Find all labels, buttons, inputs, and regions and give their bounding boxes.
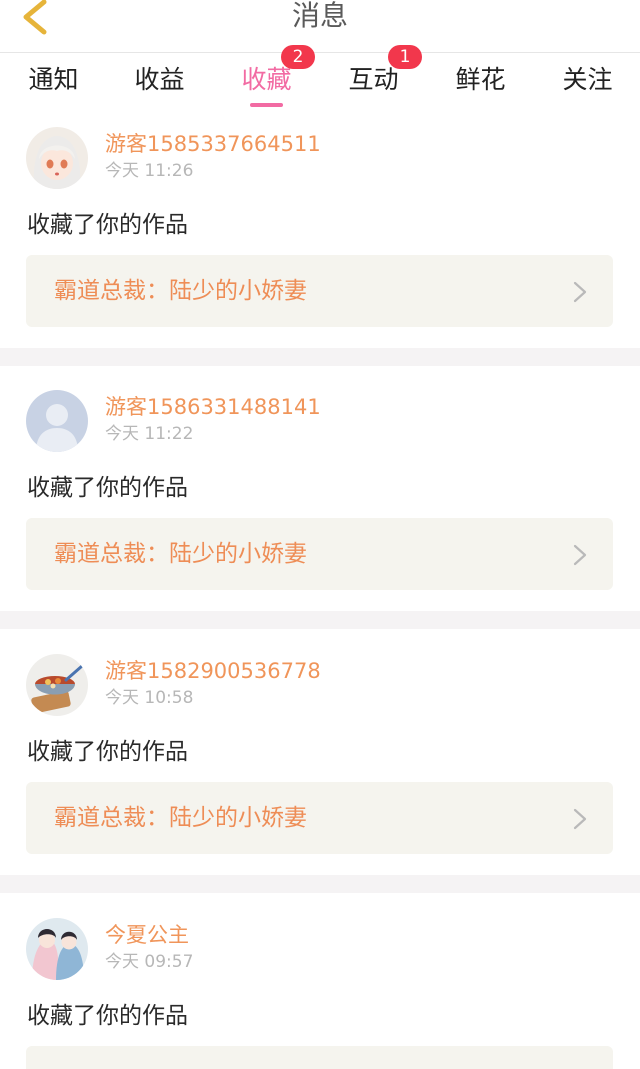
tab-earnings[interactable]: 收益 [106,53,213,109]
couple-illustration-avatar-icon [26,918,88,980]
work-link[interactable]: 霸道总裁：陆少的小娇妻 [26,782,613,854]
message-time: 今天 11:22 [105,424,194,444]
tab-bar: 通知 收益 收藏 2 互动 1 鲜花 关注 [0,45,640,109]
tab-label: 鲜花 [455,65,506,94]
unread-badge: 2 [281,45,315,69]
work-link[interactable] [26,1046,613,1069]
avatar[interactable] [26,918,88,980]
avatar[interactable] [26,654,88,716]
tab-label: 通知 [28,65,79,94]
food-bowl-avatar-icon [26,654,88,716]
work-title: 霸道总裁：陆少的小娇妻 [54,278,307,304]
tab-favorites[interactable]: 收藏 2 [213,45,320,109]
message-time: 今天 10:58 [105,688,194,708]
header-bar: 消息 [0,0,640,53]
chevron-right-icon [573,281,587,303]
message-item: 游客1586331488141 今天 11:22 收藏了你的作品 霸道总裁：陆少… [0,378,640,611]
avatar[interactable] [26,127,88,189]
divider [0,611,640,629]
tab-label: 关注 [562,65,613,94]
tab-notifications[interactable]: 通知 [0,53,107,109]
user-name[interactable]: 游客1586331488141 [105,394,321,420]
active-tab-indicator [250,103,283,107]
message-text: 收藏了你的作品 [27,1003,188,1029]
tab-label: 收益 [134,65,185,94]
message-item: 今夏公主 今天 09:57 收藏了你的作品 [0,906,640,1069]
divider [0,348,640,366]
tab-interactions[interactable]: 互动 1 [320,45,427,109]
chevron-right-icon [573,808,587,830]
chevron-right-icon [573,544,587,566]
message-item: 游客1582900536778 今天 10:58 收藏了你的作品 霸道总裁：陆少… [0,642,640,875]
message-item: 游客1585337664511 今天 11:26 收藏了你的作品 霸道总裁：陆少… [0,115,640,348]
work-title: 霸道总裁：陆少的小娇妻 [54,541,307,567]
message-text: 收藏了你的作品 [27,475,188,501]
work-link[interactable]: 霸道总裁：陆少的小娇妻 [26,518,613,590]
tab-flowers[interactable]: 鲜花 [427,53,534,109]
user-name[interactable]: 游客1582900536778 [105,658,321,684]
divider [0,875,640,893]
unread-badge: 1 [388,45,422,69]
message-text: 收藏了你的作品 [27,212,188,238]
default-user-avatar-icon [26,390,88,452]
user-name[interactable]: 今夏公主 [105,922,189,948]
avatar[interactable] [26,390,88,452]
tab-follows[interactable]: 关注 [534,53,640,109]
work-link[interactable]: 霸道总裁：陆少的小娇妻 [26,255,613,327]
work-title: 霸道总裁：陆少的小娇妻 [54,805,307,831]
user-name[interactable]: 游客1585337664511 [105,131,321,157]
page-title: 消息 [291,0,348,32]
anime-girl-avatar-icon [26,127,88,189]
message-time: 今天 11:26 [105,161,194,181]
message-time: 今天 09:57 [105,952,194,972]
message-text: 收藏了你的作品 [27,739,188,765]
